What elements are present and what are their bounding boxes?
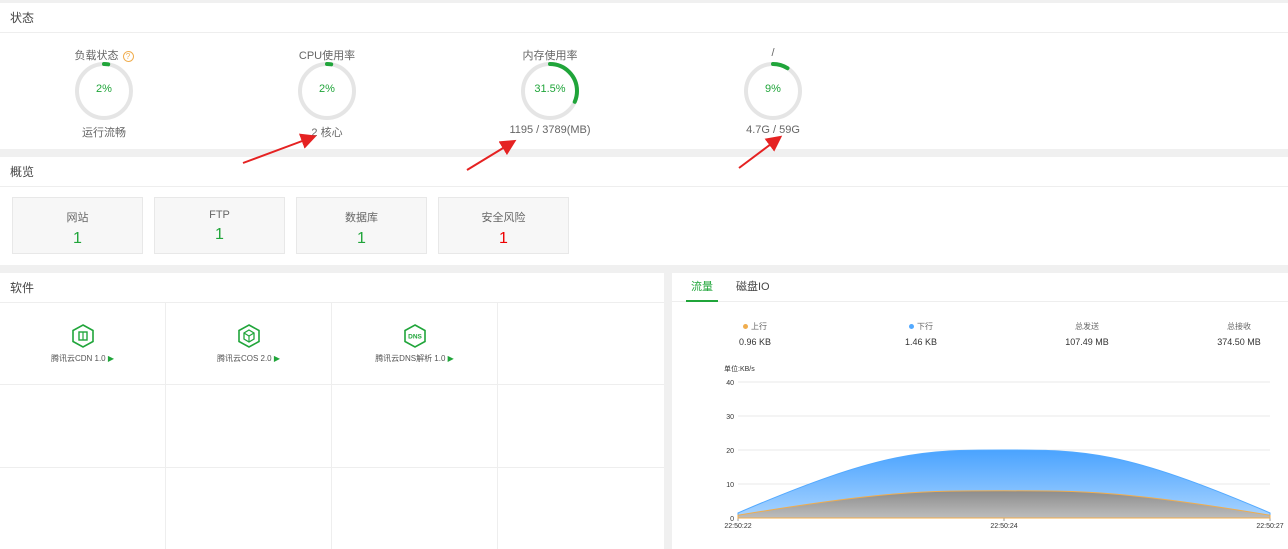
software-item-cos[interactable]: 腾讯云COS 2.0 ▶ bbox=[166, 302, 332, 385]
network-panel: 流量 磁盘IO 上行 0.96 KB 下行 1.46 KB 总发送 107.49… bbox=[672, 273, 1288, 549]
y-tick-label: 30 bbox=[726, 414, 734, 421]
software-name: 腾讯云COS 2.0 bbox=[216, 354, 272, 363]
stat-value: 1.46 KB bbox=[904, 337, 938, 347]
stat-value: 0.96 KB bbox=[738, 337, 772, 347]
gauge-value: 31.5% bbox=[534, 83, 566, 95]
x-tick-label: 22:50:27 bbox=[1256, 523, 1283, 530]
gauge-value: 2% bbox=[319, 83, 335, 95]
software-panel: 软件 腾讯云CDN 1.0 ▶ 腾讯云COS 2.0 ▶ DNS 腾讯云DNS解… bbox=[0, 273, 664, 549]
dns-icon: DNS bbox=[403, 324, 426, 348]
software-grid: 腾讯云CDN 1.0 ▶ 腾讯云COS 2.0 ▶ DNS 腾讯云DNS解析 1… bbox=[0, 302, 664, 549]
card-value[interactable]: 1 bbox=[439, 230, 568, 248]
y-tick-label: 0 bbox=[730, 516, 734, 523]
gauge-subtext: 4.7G / 59G bbox=[746, 124, 800, 136]
status-panel: 状态 负载状态? 2% 运行流畅 CPU使用率 2% 2 核心 内存使用率 31… bbox=[0, 3, 1288, 149]
software-empty-cell bbox=[332, 468, 498, 549]
overview-card-security[interactable]: 安全风险 1 bbox=[438, 197, 569, 254]
gauge-memory[interactable]: 内存使用率 31.5% 1195 / 3789(MB) bbox=[470, 33, 630, 149]
card-label: 安全风险 bbox=[481, 212, 526, 224]
gauge-value: 2% bbox=[96, 83, 112, 95]
gauge-label: / bbox=[771, 47, 775, 59]
software-empty-cell bbox=[0, 385, 166, 468]
play-icon[interactable]: ▶ bbox=[448, 354, 454, 363]
software-title: 软件 bbox=[0, 273, 664, 303]
software-empty-cell bbox=[498, 302, 664, 385]
card-label: FTP bbox=[209, 209, 230, 221]
software-empty-cell bbox=[332, 385, 498, 468]
software-empty-cell bbox=[498, 468, 664, 549]
card-value[interactable]: 1 bbox=[13, 230, 142, 248]
software-name: 腾讯云DNS解析 1.0 bbox=[375, 354, 446, 363]
y-tick-label: 40 bbox=[726, 380, 734, 387]
software-item-dns[interactable]: DNS 腾讯云DNS解析 1.0 ▶ bbox=[332, 302, 498, 385]
overview-card-ftp[interactable]: FTP 1 bbox=[154, 197, 285, 254]
software-empty-cell bbox=[166, 468, 332, 549]
x-tick-label: 22:50:24 bbox=[990, 523, 1017, 530]
overview-card-database[interactable]: 数据库 1 bbox=[296, 197, 427, 254]
network-tabs: 流量 磁盘IO bbox=[672, 273, 1288, 302]
software-empty-cell bbox=[0, 468, 166, 549]
gauge-value: 9% bbox=[765, 83, 781, 95]
stat-download: 下行 1.46 KB bbox=[861, 321, 981, 347]
traffic-chart: 0 10 20 30 40 22:50:22 22:50:24 22:50:27 bbox=[724, 380, 1283, 530]
download-dot bbox=[909, 324, 914, 330]
software-empty-cell bbox=[498, 385, 664, 468]
stat-value: 374.50 MB bbox=[1217, 337, 1261, 347]
tab-disk-io[interactable]: 磁盘IO bbox=[736, 273, 770, 302]
tab-traffic[interactable]: 流量 bbox=[686, 273, 718, 302]
stat-label: 下行 bbox=[917, 322, 933, 331]
y-tick-label: 20 bbox=[726, 448, 734, 455]
software-item-cdn[interactable]: 腾讯云CDN 1.0 ▶ bbox=[0, 302, 166, 385]
status-title: 状态 bbox=[0, 3, 1288, 33]
stat-total-received: 总接收 374.50 MB bbox=[1192, 321, 1286, 347]
card-value[interactable]: 1 bbox=[155, 226, 284, 244]
gauge-subtext: 2 核心 bbox=[311, 127, 343, 139]
overview-card-sites[interactable]: 网站 1 bbox=[12, 197, 143, 254]
cdn-icon bbox=[71, 324, 94, 348]
y-tick-label: 10 bbox=[726, 482, 734, 489]
stat-upload: 上行 0.96 KB bbox=[695, 321, 815, 347]
play-icon[interactable]: ▶ bbox=[108, 354, 114, 363]
gauge-cpu[interactable]: CPU使用率 2% 2 核心 bbox=[247, 33, 407, 149]
software-empty-cell bbox=[166, 385, 332, 468]
gauge-load[interactable]: 负载状态? 2% 运行流畅 bbox=[24, 33, 184, 149]
stat-total-sent: 总发送 107.49 MB bbox=[1027, 321, 1147, 347]
x-tick-label: 22:50:22 bbox=[724, 523, 751, 530]
upload-dot bbox=[743, 324, 748, 330]
card-value[interactable]: 1 bbox=[297, 230, 426, 248]
stat-value: 107.49 MB bbox=[1065, 337, 1109, 347]
gauge-subtext: 运行流畅 bbox=[82, 127, 126, 139]
svg-text:DNS: DNS bbox=[408, 334, 422, 341]
software-name: 腾讯云CDN 1.0 bbox=[50, 354, 106, 363]
gauge-disk[interactable]: / 9% 4.7G / 59G bbox=[693, 33, 853, 149]
gauge-subtext: 1195 / 3789(MB) bbox=[509, 124, 591, 136]
play-icon[interactable]: ▶ bbox=[274, 354, 280, 363]
stat-label: 总接收 bbox=[1227, 322, 1251, 331]
overview-panel: 概览 网站 1 FTP 1 数据库 1 安全风险 1 bbox=[0, 157, 1288, 265]
card-label: 数据库 bbox=[345, 212, 378, 224]
stat-label: 上行 bbox=[751, 322, 767, 331]
overview-title: 概览 bbox=[0, 157, 1288, 187]
cos-icon bbox=[237, 324, 260, 348]
card-label: 网站 bbox=[66, 212, 89, 224]
stat-label: 总发送 bbox=[1075, 322, 1099, 331]
